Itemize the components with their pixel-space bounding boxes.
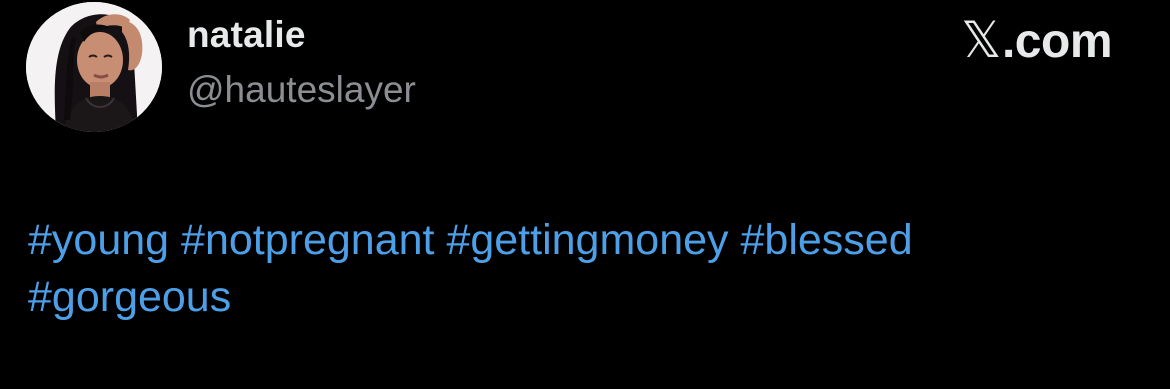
hashtag-link[interactable]: #blessed (740, 216, 912, 264)
tweet-text-line-1: #young #notpregnant #gettingmoney #bless… (28, 212, 1138, 269)
avatar[interactable] (26, 2, 162, 132)
hashtag-link[interactable]: #young (28, 216, 169, 264)
hashtag-link[interactable]: #notpregnant (181, 216, 434, 264)
hashtag-link[interactable]: #gorgeous (28, 273, 231, 321)
tweet-card: natalie @hauteslayer 𝕏 .com #young #notp… (0, 0, 1170, 389)
tweet-text-line-2: #gorgeous (28, 269, 1138, 326)
display-name[interactable]: natalie (187, 14, 306, 56)
hashtag-link[interactable]: #gettingmoney (446, 216, 728, 264)
avatar-photo (26, 2, 162, 132)
tweet-text: #young #notpregnant #gettingmoney #bless… (28, 212, 1138, 326)
x-logo-icon: 𝕏 (961, 11, 1001, 69)
brand-domain: .com (1001, 15, 1113, 68)
brand-label: 𝕏 .com (961, 11, 1112, 69)
user-handle[interactable]: @hauteslayer (187, 69, 416, 111)
